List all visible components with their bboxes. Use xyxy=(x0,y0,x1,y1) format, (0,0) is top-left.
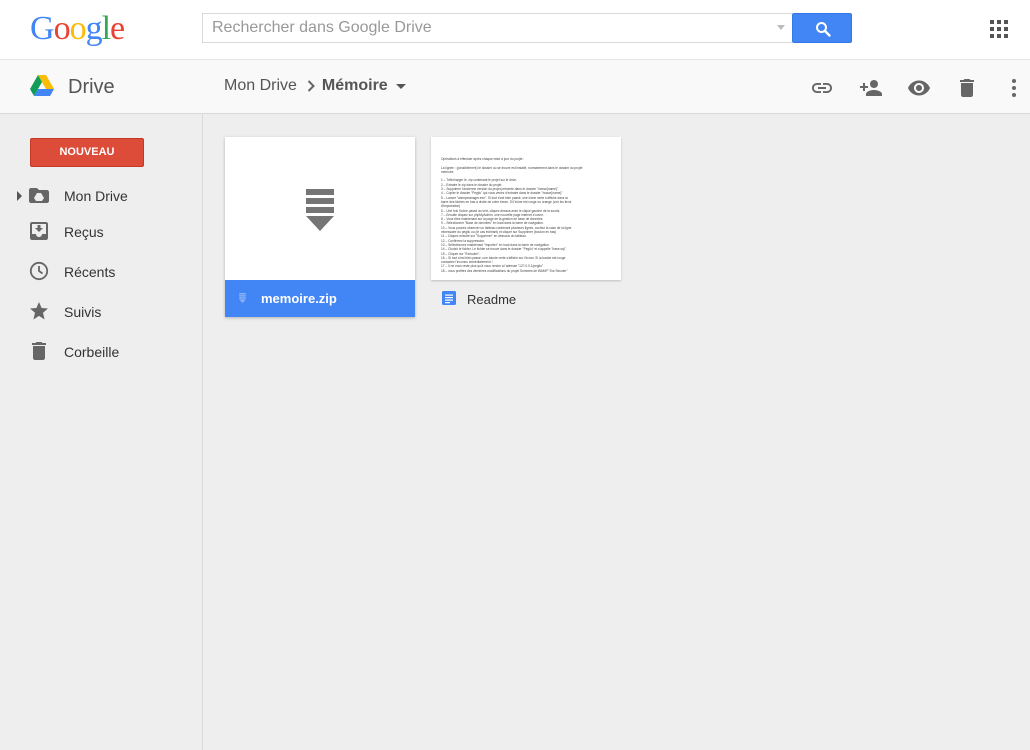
chevron-down-icon[interactable] xyxy=(395,83,406,89)
trash-icon xyxy=(32,342,46,360)
search-box xyxy=(202,13,852,43)
chevron-right-icon xyxy=(307,80,315,92)
file-grid: memoire.zip Opérations à effectuer après… xyxy=(204,114,1030,750)
file-card-document[interactable]: Opérations à effectuer après chaque mise… xyxy=(431,137,621,317)
breadcrumb-current-folder[interactable]: Mémoire xyxy=(322,77,388,95)
file-name: memoire.zip xyxy=(261,291,337,306)
logo-letter: l xyxy=(101,10,112,47)
new-button[interactable]: NOUVEAU xyxy=(30,138,144,167)
drive-folder-icon xyxy=(29,188,49,203)
expand-arrow-icon[interactable] xyxy=(17,191,22,201)
star-icon xyxy=(30,302,48,320)
zip-file-type-icon xyxy=(239,293,246,303)
sidebar-item-trash[interactable]: Corbeille xyxy=(0,334,203,370)
search-button[interactable] xyxy=(792,13,852,43)
link-icon[interactable] xyxy=(810,76,834,100)
logo-letter: o xyxy=(53,10,71,47)
logo-letter: G xyxy=(30,10,55,47)
search-input[interactable] xyxy=(202,13,792,43)
drive-logo-icon[interactable] xyxy=(30,75,54,97)
sidebar-item-label: Récents xyxy=(64,264,116,280)
app-name[interactable]: Drive xyxy=(68,76,115,99)
add-person-icon[interactable] xyxy=(859,76,883,100)
sidebar-item-label: Corbeille xyxy=(64,344,120,360)
top-bar: Google xyxy=(0,0,1030,59)
google-docs-icon xyxy=(442,291,456,305)
search-options-chevron-down-icon[interactable] xyxy=(777,25,785,30)
sidebar-item-label: Mon Drive xyxy=(64,188,128,204)
zip-archive-icon xyxy=(306,189,334,231)
sidebar-item-recent[interactable]: Récents xyxy=(0,254,203,290)
logo-letter: g xyxy=(85,10,103,47)
document-preview: Opérations à effectuer après chaque mise… xyxy=(431,137,621,280)
search-icon xyxy=(816,22,831,37)
sidebar-item-label: Suivis xyxy=(64,304,102,320)
apps-grid-icon[interactable] xyxy=(990,20,1008,38)
breadcrumb: Mon Drive Mémoire xyxy=(224,77,406,95)
preview-eye-icon[interactable] xyxy=(907,76,931,100)
clock-icon xyxy=(29,261,49,281)
logo-letter: o xyxy=(69,10,87,47)
sidebar-item-my-drive[interactable]: Mon Drive xyxy=(0,178,203,214)
file-label-bar: memoire.zip xyxy=(225,280,415,317)
logo-letter: e xyxy=(110,10,125,47)
file-label-bar: Readme xyxy=(431,280,621,317)
more-vertical-icon[interactable] xyxy=(1002,76,1026,100)
file-name: Readme xyxy=(467,292,517,307)
inbox-icon xyxy=(30,222,48,240)
sidebar: NOUVEAU Mon Drive Reçus Récents Suivis C… xyxy=(0,114,203,750)
file-card-zip[interactable]: memoire.zip xyxy=(225,137,415,317)
sidebar-item-label: Reçus xyxy=(64,224,104,240)
file-thumbnail xyxy=(225,137,415,280)
breadcrumb-root[interactable]: Mon Drive xyxy=(224,77,297,95)
drive-toolbar: Drive Mon Drive Mémoire xyxy=(0,59,1030,114)
sidebar-item-received[interactable]: Reçus xyxy=(0,214,203,250)
google-logo[interactable]: Google xyxy=(30,10,125,48)
trash-icon[interactable] xyxy=(955,76,979,100)
sidebar-item-starred[interactable]: Suivis xyxy=(0,294,203,330)
document-preview-line: 18 – vous profitez des dernières modific… xyxy=(441,268,568,273)
